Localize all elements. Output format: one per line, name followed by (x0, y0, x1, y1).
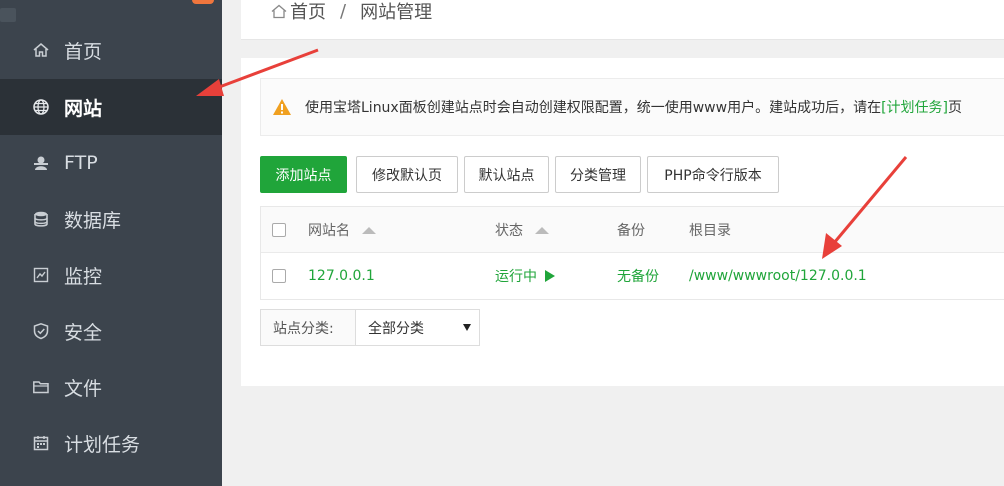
breadcrumb-home-icon[interactable] (270, 2, 288, 20)
column-header-status[interactable]: 状态 (495, 207, 549, 253)
sidebar-item-cron[interactable]: 计划任务 (0, 415, 222, 471)
sidebar-item-label: 安全 (64, 321, 103, 344)
notification-badge[interactable] (192, 0, 214, 4)
notice-banner: 使用宝塔Linux面板创建站点时会自动创建权限配置，统一使用www用户。建站成功… (260, 78, 1004, 136)
breadcrumb-current: 网站管理 (360, 2, 433, 23)
sidebar-item-files[interactable]: 文件 (0, 359, 222, 415)
row-select-cell (272, 253, 286, 299)
sidebar-item-label: 数据库 (64, 209, 122, 232)
site-category-label: 站点分类: (261, 310, 356, 345)
monitor-icon (31, 265, 51, 285)
site-category-select[interactable]: 全部分类 (356, 310, 479, 345)
site-status-label: 运行中 (495, 269, 537, 285)
shield-icon (31, 321, 51, 341)
folder-icon (31, 377, 51, 397)
sidebar-logo (0, 8, 16, 22)
calendar-icon (31, 433, 51, 453)
select-all-cell (272, 207, 286, 253)
select-all-checkbox[interactable] (272, 223, 286, 237)
notice-tail: 页 (948, 100, 963, 116)
default-site-button[interactable]: 默认站点 (464, 156, 549, 193)
sort-asc-icon (535, 226, 549, 234)
play-icon (545, 270, 555, 282)
sidebar-item-label: 文件 (64, 377, 103, 400)
sidebar: 首页 网站 FTP 数据库 监控 安全 文件 计划任务 (0, 0, 222, 486)
edit-default-page-button[interactable]: 修改默认页 (356, 156, 458, 193)
column-header-backup: 备份 (617, 207, 645, 253)
site-backup-link[interactable]: 无备份 (617, 253, 659, 299)
breadcrumb: 首页 / 网站管理 (270, 0, 433, 24)
site-name-link[interactable]: 127.0.0.1 (308, 253, 375, 299)
sidebar-item-label: 网站 (64, 97, 103, 120)
column-header-label: 备份 (617, 223, 645, 239)
database-icon (31, 209, 51, 229)
breadcrumb-separator: / (340, 0, 347, 22)
site-category-filter: 站点分类: 全部分类 (260, 309, 480, 346)
sidebar-item-home[interactable]: 首页 (0, 22, 222, 78)
column-header-label: 状态 (495, 223, 523, 239)
sidebar-header (0, 0, 222, 22)
sort-asc-icon (362, 226, 376, 234)
sidebar-item-ftp[interactable]: FTP (0, 135, 222, 191)
sidebar-item-label: 监控 (64, 265, 103, 288)
sidebar-item-label: 首页 (64, 40, 103, 63)
site-table: 网站名 状态 备份 根目录 127.0.0.1 运行中 无备份 /www/www… (260, 206, 1004, 300)
warning-icon (273, 99, 291, 115)
sidebar-item-database[interactable]: 数据库 (0, 191, 222, 247)
add-site-button[interactable]: 添加站点 (260, 156, 347, 193)
site-root-link[interactable]: /www/wwwroot/127.0.0.1 (689, 253, 867, 299)
table-row: 127.0.0.1 运行中 无备份 /www/wwwroot/127.0.0.1 (261, 253, 1004, 299)
site-category-value: 全部分类 (368, 320, 424, 337)
sidebar-item-label: FTP (64, 152, 98, 174)
column-header-label: 根目录 (689, 223, 731, 239)
home-icon (31, 40, 51, 60)
row-checkbox[interactable] (272, 269, 286, 283)
php-cli-version-button[interactable]: PHP命令行版本 (647, 156, 779, 193)
column-header-label: 网站名 (308, 223, 350, 239)
sidebar-item-security[interactable]: 安全 (0, 303, 222, 359)
notice-text: 使用宝塔Linux面板创建站点时会自动创建权限配置，统一使用www用户。建站成功… (305, 100, 882, 116)
breadcrumb-home-link[interactable]: 首页 (290, 0, 326, 24)
site-status-toggle[interactable]: 运行中 (495, 253, 555, 299)
sidebar-item-website[interactable]: 网站 (0, 79, 222, 135)
table-header: 网站名 状态 备份 根目录 (261, 207, 1004, 253)
column-header-root: 根目录 (689, 207, 731, 253)
category-manage-button[interactable]: 分类管理 (555, 156, 641, 193)
sidebar-item-label: 计划任务 (64, 433, 141, 456)
notice-cron-link[interactable]: [计划任务] (881, 97, 948, 117)
column-header-name[interactable]: 网站名 (308, 207, 376, 253)
ftp-user-icon (31, 153, 51, 173)
globe-icon (31, 97, 51, 117)
caret-down-icon (463, 324, 471, 331)
sidebar-item-monitor[interactable]: 监控 (0, 247, 222, 303)
